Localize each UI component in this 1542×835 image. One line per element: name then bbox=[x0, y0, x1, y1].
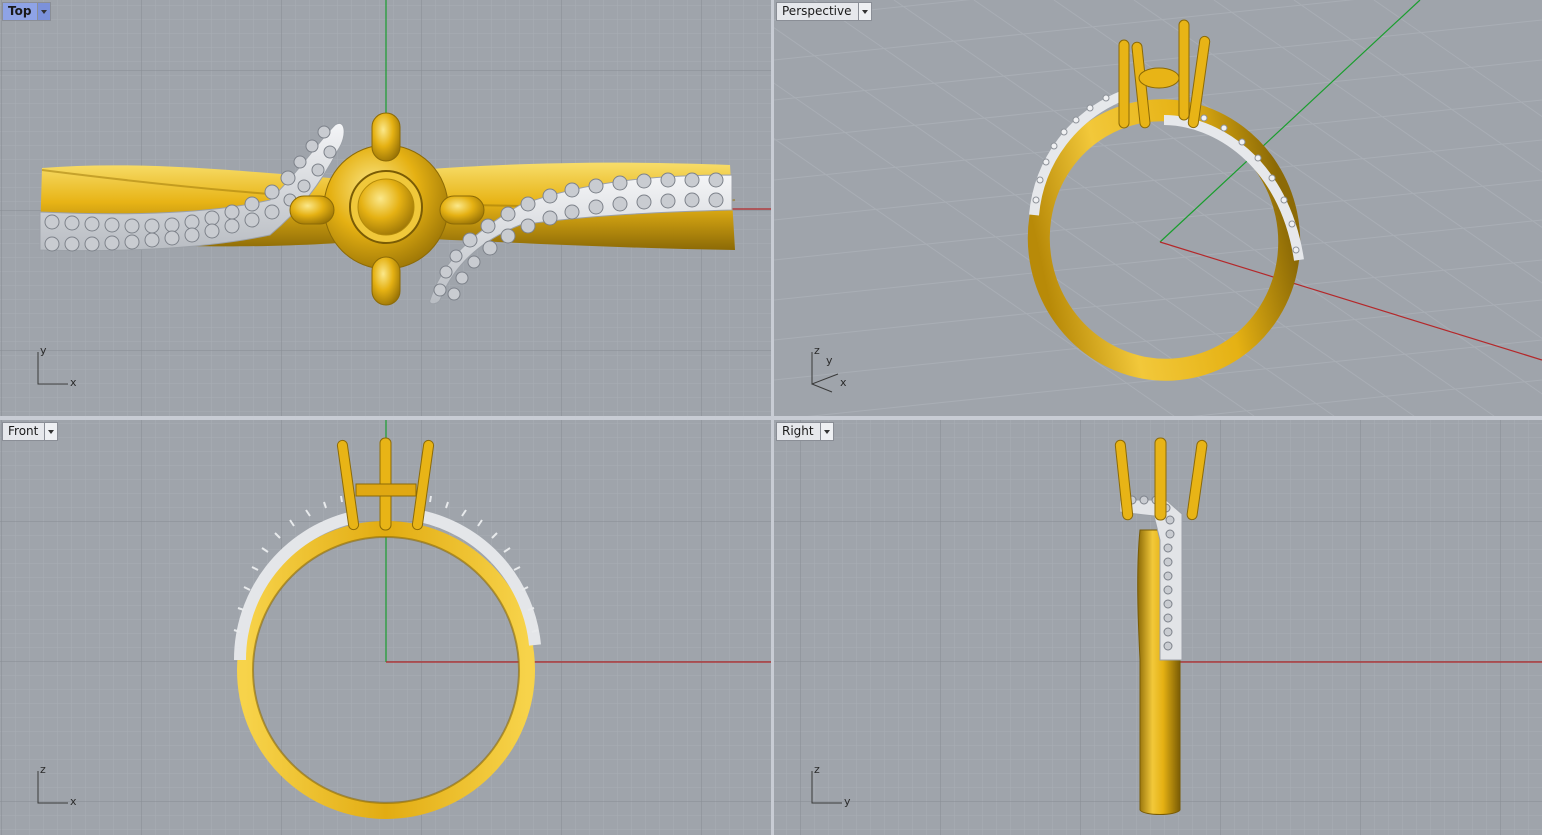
axis-triad-icon-perspective: z y x bbox=[798, 344, 858, 394]
viewport-front[interactable]: Front z x bbox=[0, 420, 771, 835]
viewport-right[interactable]: Right z y bbox=[774, 420, 1542, 835]
axis-triad-icon-front: z x bbox=[37, 763, 77, 808]
viewport-menu-arrow-icon[interactable] bbox=[857, 3, 871, 20]
viewport-label-front[interactable]: Front bbox=[2, 422, 59, 441]
grid-perspective bbox=[774, 0, 1542, 416]
viewport-label-top[interactable]: Top bbox=[2, 2, 52, 21]
viewport-top[interactable]: Top y x bbox=[0, 0, 771, 416]
ring-band-perspective bbox=[1027, 99, 1301, 381]
viewport-splitter-vertical[interactable] bbox=[771, 0, 774, 835]
grid-front bbox=[0, 420, 771, 835]
grid-top bbox=[0, 0, 771, 416]
viewport-menu-arrow-icon[interactable] bbox=[37, 3, 51, 20]
axis-triad-icon-right: z y bbox=[811, 763, 851, 808]
viewport-label-perspective[interactable]: Perspective bbox=[776, 2, 872, 21]
viewport-perspective[interactable]: Perspective z y x bbox=[774, 0, 1542, 416]
x-axis-line bbox=[1159, 241, 1542, 361]
axis-triad-icon-top: y x bbox=[37, 344, 77, 389]
grid-right bbox=[774, 420, 1542, 835]
viewport-label-right[interactable]: Right bbox=[776, 422, 834, 441]
viewport-menu-arrow-icon[interactable] bbox=[819, 423, 833, 440]
viewport-menu-arrow-icon[interactable] bbox=[44, 423, 58, 440]
